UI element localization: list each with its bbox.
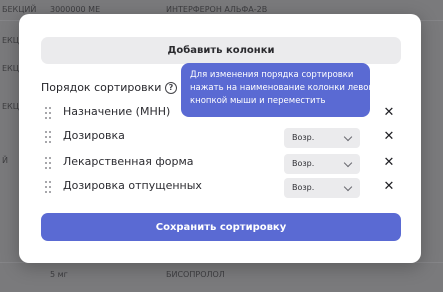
sort-direction-value: Возр.	[292, 183, 315, 192]
sort-direction-select[interactable]: Возр.	[284, 178, 360, 198]
sort-row[interactable]: Дозировка Возр. ✕	[41, 128, 401, 148]
drag-handle-icon[interactable]	[45, 131, 51, 143]
chevron-down-icon	[343, 132, 353, 142]
table-cell: БЕКЦИЙ	[2, 5, 37, 14]
remove-icon[interactable]: ✕	[382, 129, 396, 145]
sort-row-label[interactable]: Дозировка	[63, 129, 125, 142]
add-columns-button[interactable]: Добавить колонки	[41, 37, 401, 64]
table-cell: 5 мг	[50, 270, 68, 279]
tooltip-line: нажать на наименование колонки левой	[190, 83, 374, 93]
save-sort-button[interactable]: Сохранить сортировку	[41, 213, 401, 241]
sort-direction-select[interactable]: Возр.	[284, 128, 360, 148]
tooltip-line: Для изменения порядка сортировки	[190, 70, 354, 80]
sort-direction-value: Возр.	[292, 133, 315, 142]
drag-handle-icon[interactable]	[45, 107, 51, 119]
sort-row-label[interactable]: Назначение (МНН)	[63, 105, 170, 118]
sort-row-label[interactable]: Лекарственная форма	[63, 155, 194, 168]
sort-direction-value: Возр.	[292, 159, 315, 168]
chevron-down-icon	[343, 158, 353, 168]
sort-row-label[interactable]: Дозировка отпущенных	[63, 179, 202, 192]
sort-row[interactable]: Дозировка отпущенных Возр. ✕	[41, 178, 401, 198]
drag-handle-icon[interactable]	[45, 157, 51, 169]
remove-icon[interactable]: ✕	[382, 105, 396, 121]
help-icon[interactable]: ?	[165, 82, 177, 94]
sort-order-title: Порядок сортировки	[41, 81, 162, 94]
table-cell: 3000000 МЕ	[50, 5, 101, 14]
remove-icon[interactable]: ✕	[382, 179, 396, 195]
table-cell: БИСОПРОЛОЛ	[166, 270, 225, 279]
table-cell: ИНТЕРФЕРОН АЛЬФА-2В	[166, 5, 268, 14]
sort-help-tooltip: Для изменения порядка сортировки нажать …	[181, 63, 374, 117]
sort-settings-modal: Добавить колонки Порядок сортировки ? На…	[19, 14, 421, 263]
sort-row[interactable]: Лекарственная форма Возр. ✕	[41, 154, 401, 174]
chevron-down-icon	[343, 182, 353, 192]
tooltip-line: кнопкой мыши и переместить	[190, 96, 326, 106]
table-cell: Й	[2, 156, 8, 165]
remove-icon[interactable]: ✕	[382, 155, 396, 171]
drag-handle-icon[interactable]	[45, 181, 51, 193]
sort-direction-select[interactable]: Возр.	[284, 154, 360, 174]
